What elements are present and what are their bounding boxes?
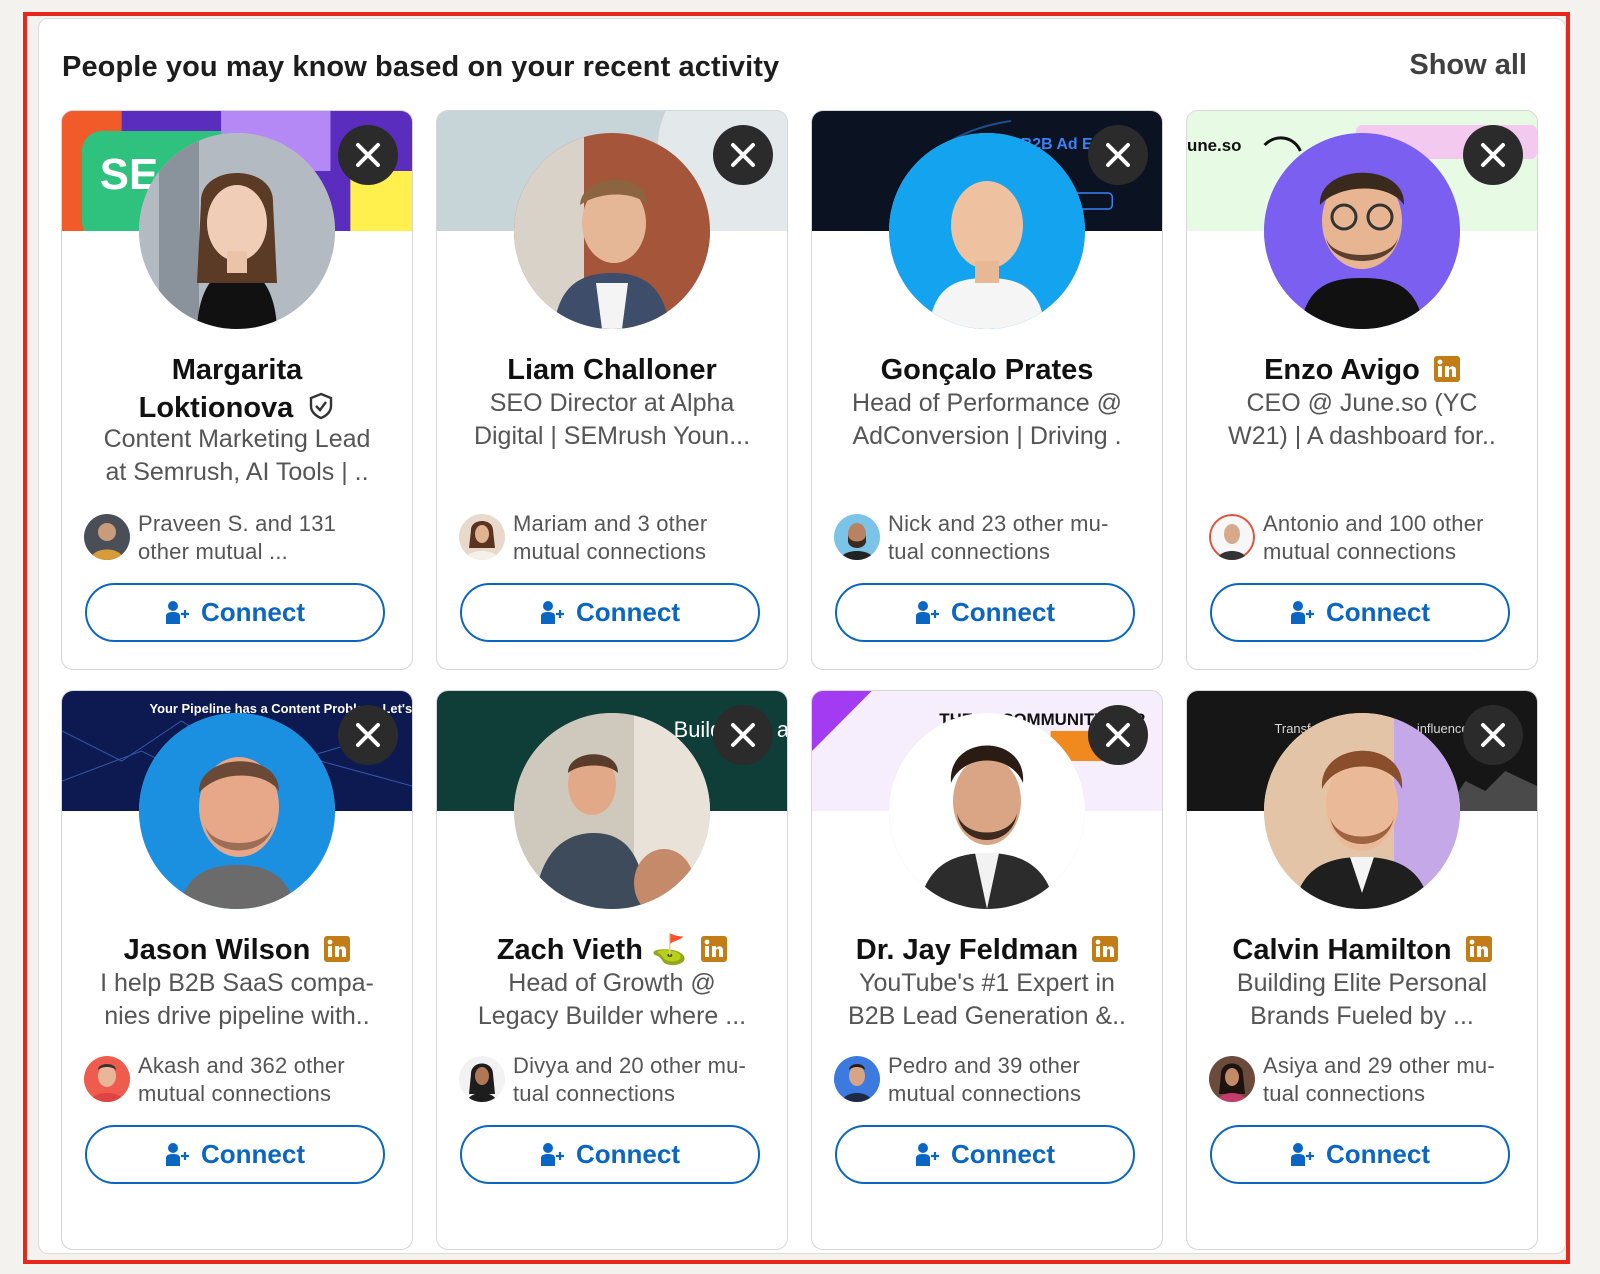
avatar[interactable] — [139, 133, 335, 329]
people-grid: SE Margarita Loktionova Content Marketin… — [61, 110, 1538, 1250]
person-headline: I help B2B SaaS compa- nies drive pipeli… — [100, 969, 374, 1030]
add-person-icon — [1291, 600, 1314, 624]
add-person-icon — [1291, 1142, 1314, 1166]
person-headline: SEO Director at Alpha Digital | SEMrush … — [473, 389, 751, 450]
mutual-connections[interactable]: Pedro and 39 other mutual connections — [834, 1052, 1148, 1108]
person-card[interactable]: une.so Enzo Avigo CEO @ June.so (YC W21)… — [1186, 110, 1538, 670]
close-icon — [1481, 723, 1505, 747]
person-card[interactable]: Liam Challoner SEO Director at Alpha Dig… — [436, 110, 788, 670]
person-headline: YouTube's #1 Expert in B2B Lead Generati… — [848, 969, 1126, 1030]
person-name[interactable]: Jason Wilson — [76, 931, 398, 972]
dismiss-button[interactable] — [1088, 125, 1148, 185]
close-icon — [1106, 723, 1130, 747]
avatar[interactable] — [514, 713, 710, 909]
dismiss-button[interactable] — [338, 705, 398, 765]
person-card[interactable]: Your Pipeline has a Content Problem. Let… — [61, 690, 413, 1250]
person-headline: Head of Performance @ AdConversion | Dri… — [852, 389, 1122, 450]
person-name[interactable]: Gonçalo Prates — [826, 351, 1148, 389]
person-card[interactable]: Build your audience. Zach Vieth ⛳ — [436, 690, 788, 1250]
connect-button[interactable]: Connect — [835, 583, 1135, 642]
person-name[interactable]: Zach Vieth ⛳ — [451, 931, 773, 972]
person-name[interactable]: Dr. Jay Feldman — [826, 931, 1148, 972]
svg-text:une.so: une.so — [1187, 136, 1241, 155]
mutual-connections[interactable]: Nick and 23 other mu- tual connections — [834, 510, 1148, 566]
avatar[interactable] — [1264, 713, 1460, 909]
close-icon — [731, 143, 755, 167]
mutual-avatar — [834, 1056, 880, 1102]
person-headline: Content Marketing Lead at Semrush, AI To… — [103, 425, 371, 486]
mutual-connections[interactable]: Mariam and 3 other mutual connections — [459, 510, 773, 566]
person-headline: Head of Growth @ Legacy Builder where ..… — [477, 969, 747, 1030]
dismiss-button[interactable] — [713, 705, 773, 765]
connect-button[interactable]: Connect — [1210, 1125, 1510, 1184]
dismiss-button[interactable] — [1463, 705, 1523, 765]
mutual-connections[interactable]: Praveen S. and 131 other mutual ... — [84, 510, 398, 566]
dismiss-button[interactable] — [338, 125, 398, 185]
person-name[interactable]: Calvin Hamilton — [1201, 931, 1523, 972]
add-person-icon — [541, 1142, 564, 1166]
mutual-avatar — [1209, 1056, 1255, 1102]
connect-button[interactable]: Connect — [460, 1125, 760, 1184]
mutual-avatar — [1209, 514, 1255, 560]
connect-button[interactable]: Connect — [85, 1125, 385, 1184]
avatar[interactable] — [1264, 133, 1460, 329]
avatar[interactable] — [889, 713, 1085, 909]
avatar[interactable] — [889, 133, 1085, 329]
connect-button[interactable]: Connect — [1210, 583, 1510, 642]
person-headline: CEO @ June.so (YC W21) | A dashboard for… — [1228, 389, 1496, 450]
mutual-connections[interactable]: Akash and 362 other mutual connections — [84, 1052, 398, 1108]
connect-button[interactable]: Connect — [85, 583, 385, 642]
add-person-icon — [541, 600, 564, 624]
show-all-button[interactable]: Show all — [1409, 49, 1527, 82]
connect-button[interactable]: Connect — [460, 583, 760, 642]
add-person-icon — [166, 1142, 189, 1166]
mutual-connections[interactable]: Antonio and 100 other mutual connections — [1209, 510, 1523, 566]
add-person-icon — [916, 1142, 939, 1166]
dismiss-button[interactable] — [1463, 125, 1523, 185]
close-icon — [356, 723, 380, 747]
person-name[interactable]: Liam Challoner — [451, 351, 773, 389]
close-icon — [356, 143, 380, 167]
panel-title: People you may know based on your recent… — [62, 51, 780, 83]
mutual-avatar — [459, 514, 505, 560]
close-icon — [731, 723, 755, 747]
close-icon — [1106, 143, 1130, 167]
dismiss-button[interactable] — [713, 125, 773, 185]
connect-button[interactable]: Connect — [835, 1125, 1135, 1184]
people-you-may-know-panel: People you may know based on your recent… — [38, 18, 1566, 1254]
person-card[interactable]: THE #1 COMMUNITY FOR Dr. Jay Feldman You… — [811, 690, 1163, 1250]
mutual-avatar — [84, 1056, 130, 1102]
mutual-avatar — [84, 514, 130, 560]
person-headline: Building Elite Personal Brands Fueled by… — [1236, 969, 1488, 1030]
person-name[interactable]: Enzo Avigo — [1201, 351, 1523, 392]
person-card[interactable]: B2B Ad Experts Gonçalo Prates Head of Pe… — [811, 110, 1163, 670]
avatar[interactable] — [514, 133, 710, 329]
mutual-avatar — [459, 1056, 505, 1102]
add-person-icon — [916, 600, 939, 624]
avatar[interactable] — [139, 713, 335, 909]
person-card[interactable]: SE Margarita Loktionova Content Marketin… — [61, 110, 413, 670]
person-card[interactable]: Transform expertise into influence. C — [1186, 690, 1538, 1250]
add-person-icon — [166, 600, 189, 624]
mutual-connections[interactable]: Asiya and 29 other mu- tual connections — [1209, 1052, 1523, 1108]
close-icon — [1481, 143, 1505, 167]
person-name[interactable]: Margarita Loktionova — [76, 351, 398, 430]
mutual-avatar — [834, 514, 880, 560]
mutual-connections[interactable]: Divya and 20 other mu- tual connections — [459, 1052, 773, 1108]
dismiss-button[interactable] — [1088, 705, 1148, 765]
